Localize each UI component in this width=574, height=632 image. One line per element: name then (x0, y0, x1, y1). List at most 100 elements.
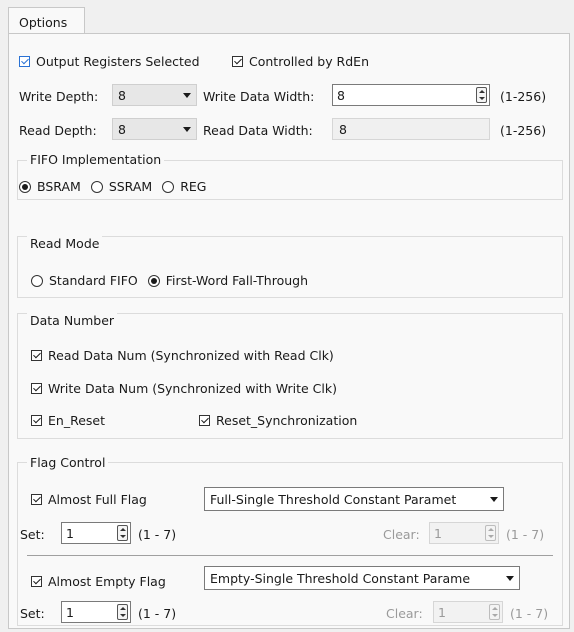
read-data-num-checkbox[interactable]: Read Data Num (Synchronized with Read Cl… (31, 348, 334, 363)
en-reset-check-icon[interactable] (31, 415, 42, 426)
almost-full-clear-label: Clear: (383, 527, 420, 542)
chevron-down-icon (490, 496, 498, 502)
spin-up-icon (119, 607, 126, 610)
tab-options[interactable]: Options (8, 7, 85, 34)
write-data-num-label: Write Data Num (Synchronized with Write … (48, 381, 337, 396)
almost-full-label: Almost Full Flag (48, 492, 147, 507)
read-data-width-value: 8 (339, 121, 347, 137)
radio-bsram[interactable]: BSRAM (19, 179, 81, 194)
controlled-by-rden-check-icon[interactable] (232, 56, 243, 67)
spin-up-icon (491, 607, 498, 610)
spin-down-icon (119, 535, 126, 538)
spin-up-icon (119, 528, 126, 531)
almost-full-set-label: Set: (20, 527, 45, 542)
radio-fwft[interactable]: First-Word Fall-Through (147, 273, 309, 288)
output-registers-check-icon[interactable] (19, 56, 30, 67)
read-mode-title: Read Mode (27, 236, 103, 251)
almost-empty-set-spinner[interactable] (117, 604, 128, 620)
almost-full-set-value: 1 (66, 525, 74, 541)
almost-empty-mode-select[interactable]: Empty-Single Threshold Constant Parame (204, 566, 520, 590)
fifo-options: BSRAM SSRAM REG (19, 179, 206, 194)
almost-full-set-input[interactable]: 1 (61, 522, 131, 544)
almost-empty-set-label: Set: (20, 606, 45, 621)
almost-full-checkbox[interactable]: Almost Full Flag (31, 492, 147, 507)
controlled-by-rden-checkbox[interactable]: Controlled by RdEn (232, 54, 369, 69)
almost-empty-clear-spinner (489, 604, 500, 620)
radio-ssram-label: SSRAM (108, 179, 153, 194)
en-reset-checkbox[interactable]: En_Reset (31, 413, 105, 428)
radio-ssram-icon[interactable] (90, 180, 103, 193)
almost-full-clear-value: 1 (434, 525, 442, 541)
radio-reg-label: REG (180, 179, 207, 194)
radio-reg-icon[interactable] (162, 180, 175, 193)
read-data-num-label: Read Data Num (Synchronized with Read Cl… (48, 348, 334, 363)
radio-bsram-label: BSRAM (37, 179, 81, 194)
reset-sync-checkbox[interactable]: Reset_Synchronization (199, 413, 357, 428)
read-data-width-label: Read Data Width: (203, 123, 313, 138)
almost-full-clear-spinner (485, 525, 496, 541)
write-data-num-checkbox[interactable]: Write Data Num (Synchronized with Write … (31, 381, 337, 396)
radio-bsram-icon[interactable] (19, 180, 31, 193)
spin-up-icon (478, 90, 485, 93)
write-data-width-input[interactable]: 8 (332, 84, 490, 106)
output-registers-checkbox[interactable]: Output Registers Selected (19, 54, 200, 69)
almost-empty-clear-value: 1 (438, 604, 446, 620)
flag-divider (27, 555, 553, 556)
fifo-implementation-title: FIFO Implementation (27, 152, 165, 167)
write-data-num-check-icon[interactable] (31, 383, 42, 394)
almost-full-set-range: (1 - 7) (138, 527, 177, 542)
read-mode-options: Standard FIFO First-Word Fall-Through (31, 273, 308, 288)
write-data-width-value: 8 (337, 87, 345, 103)
data-number-title: Data Number (27, 313, 118, 328)
radio-ssram[interactable]: SSRAM (90, 179, 153, 194)
spin-down-icon (491, 614, 498, 617)
chevron-down-icon (183, 92, 191, 98)
radio-standard-fifo-label: Standard FIFO (49, 273, 138, 288)
tab-options-label: Options (19, 15, 68, 30)
reset-sync-label: Reset_Synchronization (216, 413, 358, 428)
almost-empty-check-icon[interactable] (31, 576, 42, 587)
almost-empty-set-value: 1 (66, 604, 74, 620)
almost-full-check-icon[interactable] (31, 494, 42, 505)
write-depth-select[interactable]: 8 (112, 84, 197, 106)
spin-down-icon (119, 614, 126, 617)
spin-down-icon (478, 97, 485, 100)
read-depth-select[interactable]: 8 (112, 118, 197, 140)
chevron-down-icon (506, 575, 514, 581)
almost-full-clear-input: 1 (429, 522, 499, 544)
almost-full-clear-range: (1 - 7) (506, 527, 545, 542)
write-depth-label: Write Depth: (19, 89, 99, 104)
controlled-by-rden-label: Controlled by RdEn (249, 54, 370, 69)
spin-down-icon (487, 535, 494, 538)
almost-full-mode-value: Full-Single Threshold Constant Paramet (210, 491, 457, 507)
almost-empty-set-input[interactable]: 1 (61, 601, 131, 623)
chevron-down-icon (183, 126, 191, 132)
read-data-num-check-icon[interactable] (31, 350, 42, 361)
reset-sync-check-icon[interactable] (199, 415, 210, 426)
write-range-label: (1-256) (500, 89, 547, 104)
flag-control-title: Flag Control (27, 455, 109, 470)
write-data-width-label: Write Data Width: (203, 89, 315, 104)
read-depth-label: Read Depth: (19, 123, 97, 138)
write-data-width-spinner[interactable] (476, 87, 487, 103)
radio-fwft-label: First-Word Fall-Through (165, 273, 309, 288)
radio-fwft-icon[interactable] (147, 274, 160, 287)
spin-up-icon (487, 528, 494, 531)
almost-empty-checkbox[interactable]: Almost Empty Flag (31, 574, 166, 589)
read-depth-value: 8 (118, 121, 126, 137)
radio-reg[interactable]: REG (162, 179, 206, 194)
almost-empty-mode-value: Empty-Single Threshold Constant Parame (210, 570, 471, 586)
radio-standard-fifo-icon[interactable] (31, 274, 43, 287)
almost-full-mode-select[interactable]: Full-Single Threshold Constant Paramet (204, 487, 504, 511)
almost-empty-clear-range: (1 - 7) (510, 606, 549, 621)
output-registers-label: Output Registers Selected (36, 54, 200, 69)
almost-empty-set-range: (1 - 7) (138, 606, 177, 621)
almost-full-set-spinner[interactable] (117, 525, 128, 541)
almost-empty-label: Almost Empty Flag (48, 574, 166, 589)
write-depth-value: 8 (118, 87, 126, 103)
almost-empty-clear-input: 1 (433, 601, 503, 623)
radio-standard-fifo[interactable]: Standard FIFO (31, 273, 138, 288)
almost-empty-clear-label: Clear: (386, 606, 423, 621)
read-range-label: (1-256) (500, 123, 547, 138)
en-reset-label: En_Reset (48, 413, 105, 428)
